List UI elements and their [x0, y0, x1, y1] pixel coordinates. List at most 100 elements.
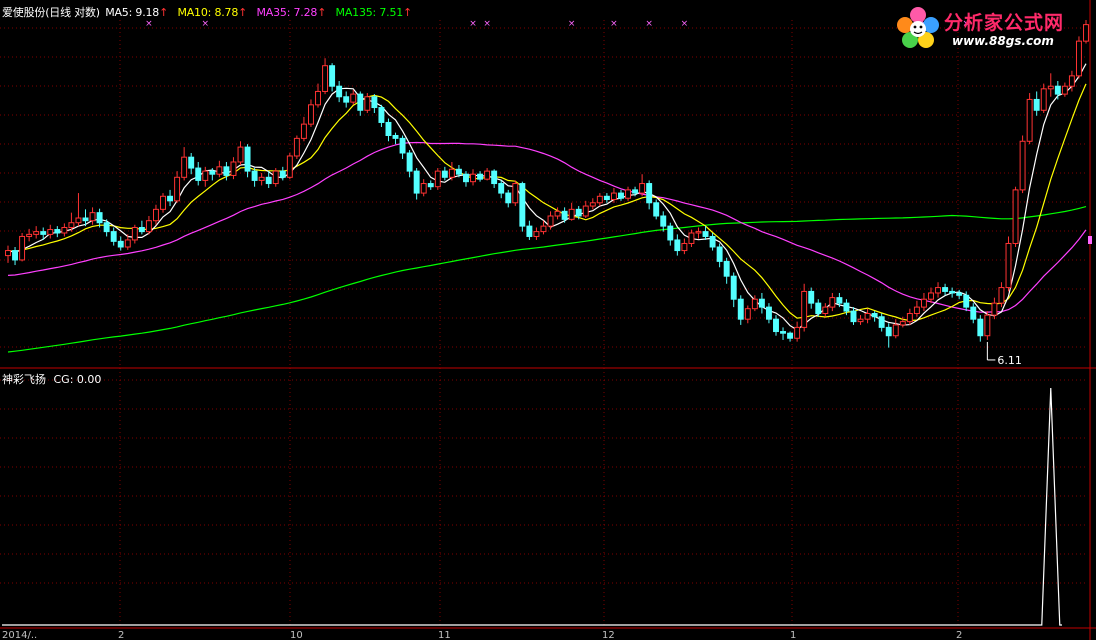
candle-body [864, 313, 871, 320]
candle-body [89, 212, 96, 222]
candle-body [1005, 242, 1012, 289]
candle-body [702, 231, 709, 237]
candle-body [82, 217, 89, 222]
candle-body [906, 313, 913, 323]
candle-body [308, 104, 314, 125]
candle-body [723, 260, 730, 277]
candle-body [603, 195, 610, 201]
candle-body [441, 170, 448, 178]
candle-body [223, 166, 230, 176]
candle-body [244, 146, 251, 172]
candle-body [392, 134, 399, 139]
signal-cross-icon: × [202, 19, 210, 29]
ma135-value: MA135: 7.51↑ [335, 6, 413, 19]
candle-body [730, 275, 737, 300]
candle-body [491, 170, 498, 185]
candle-body [653, 202, 660, 217]
candle-body [984, 314, 991, 337]
candle-body [850, 310, 857, 323]
candle-body [956, 292, 963, 296]
candle-body [512, 183, 519, 204]
candle-body [646, 183, 653, 204]
indicator-title: 神彩飞扬 [2, 373, 46, 386]
candle-body [610, 192, 617, 201]
candle-body [286, 155, 293, 178]
candle-body [836, 297, 843, 304]
candle-body [1068, 75, 1075, 87]
candle-body [399, 137, 406, 154]
candle-body [293, 137, 300, 157]
candle-body [787, 332, 794, 339]
candle-body [519, 183, 526, 227]
candle-body [5, 250, 11, 257]
x-axis-label: 1 [790, 630, 796, 640]
candle-body [300, 123, 307, 139]
candle-body [526, 225, 533, 237]
candle-body [54, 229, 61, 234]
candle-body [744, 308, 751, 320]
site-logo: 分析家公式网 www.88gs.com [894, 4, 1090, 52]
candle-body [378, 107, 385, 123]
candle-body [420, 183, 427, 194]
ma35-value: MA35: 7.28↑ [256, 6, 327, 19]
candle-body [131, 226, 138, 241]
candle-body [33, 231, 40, 235]
candle-body [209, 170, 216, 175]
signal-cross-icon: × [645, 19, 653, 29]
candle-body [350, 93, 357, 103]
candle-body [498, 183, 505, 194]
up-arrow-icon: ↑ [159, 6, 169, 19]
candle-body [970, 306, 977, 320]
candle-body [258, 176, 265, 181]
candle-body [857, 318, 864, 323]
candle-body [618, 192, 624, 199]
candle-body [26, 233, 33, 237]
candle-body [913, 306, 920, 315]
candle-body [202, 170, 209, 181]
candle-body [357, 93, 364, 111]
candle-body [75, 217, 82, 224]
candle-body [688, 232, 695, 244]
candle-body [625, 189, 631, 199]
candle-body [448, 168, 455, 178]
ma5-value: MA5: 9.18↑ [105, 6, 169, 19]
candle-body [843, 302, 850, 312]
candle-body [455, 168, 462, 175]
candle-body [265, 176, 272, 185]
candle-body [829, 297, 836, 308]
candle-body [103, 222, 110, 233]
candle-body [660, 215, 667, 227]
candle-body [167, 195, 174, 202]
candle-body [568, 208, 575, 220]
candle-body [47, 229, 54, 235]
candle-body [596, 195, 603, 204]
candle-body [632, 189, 639, 194]
x-axis-label: 10 [290, 630, 303, 640]
candle-body [942, 287, 949, 292]
candle-body [667, 225, 674, 241]
indicator-value: CG: 0.00 [53, 373, 102, 386]
candle-body [695, 231, 702, 234]
candle-body [716, 246, 723, 262]
x-axis-label: 2014/.. [2, 630, 37, 640]
candle-body [1033, 98, 1040, 111]
site-name: 分析家公式网 [944, 12, 1065, 34]
candle-body [1026, 98, 1033, 142]
candle-body [709, 235, 716, 248]
candle-body [477, 173, 484, 180]
candle-body [470, 173, 476, 183]
candle-body [188, 156, 195, 169]
candle-body [195, 167, 202, 181]
candle-body [315, 90, 321, 106]
candle-body [371, 96, 378, 109]
stock-chart[interactable]: 6.11××××××××××2014/..210111212 [0, 0, 1096, 640]
ma10-value: MA10: 8.78↑ [177, 6, 248, 19]
candle-body [1040, 88, 1047, 111]
indicator-header: 神彩飞扬 CG: 0.00 [2, 371, 101, 387]
candle-body [639, 183, 646, 194]
candle-body [773, 318, 779, 333]
candle-body [899, 321, 906, 326]
candle-body [96, 212, 103, 224]
price-header: 爱使股份(日线 对数) MA5: 9.18↑ MA10: 8.78↑ MA35:… [2, 4, 418, 20]
signal-cross-icon: × [483, 19, 491, 29]
